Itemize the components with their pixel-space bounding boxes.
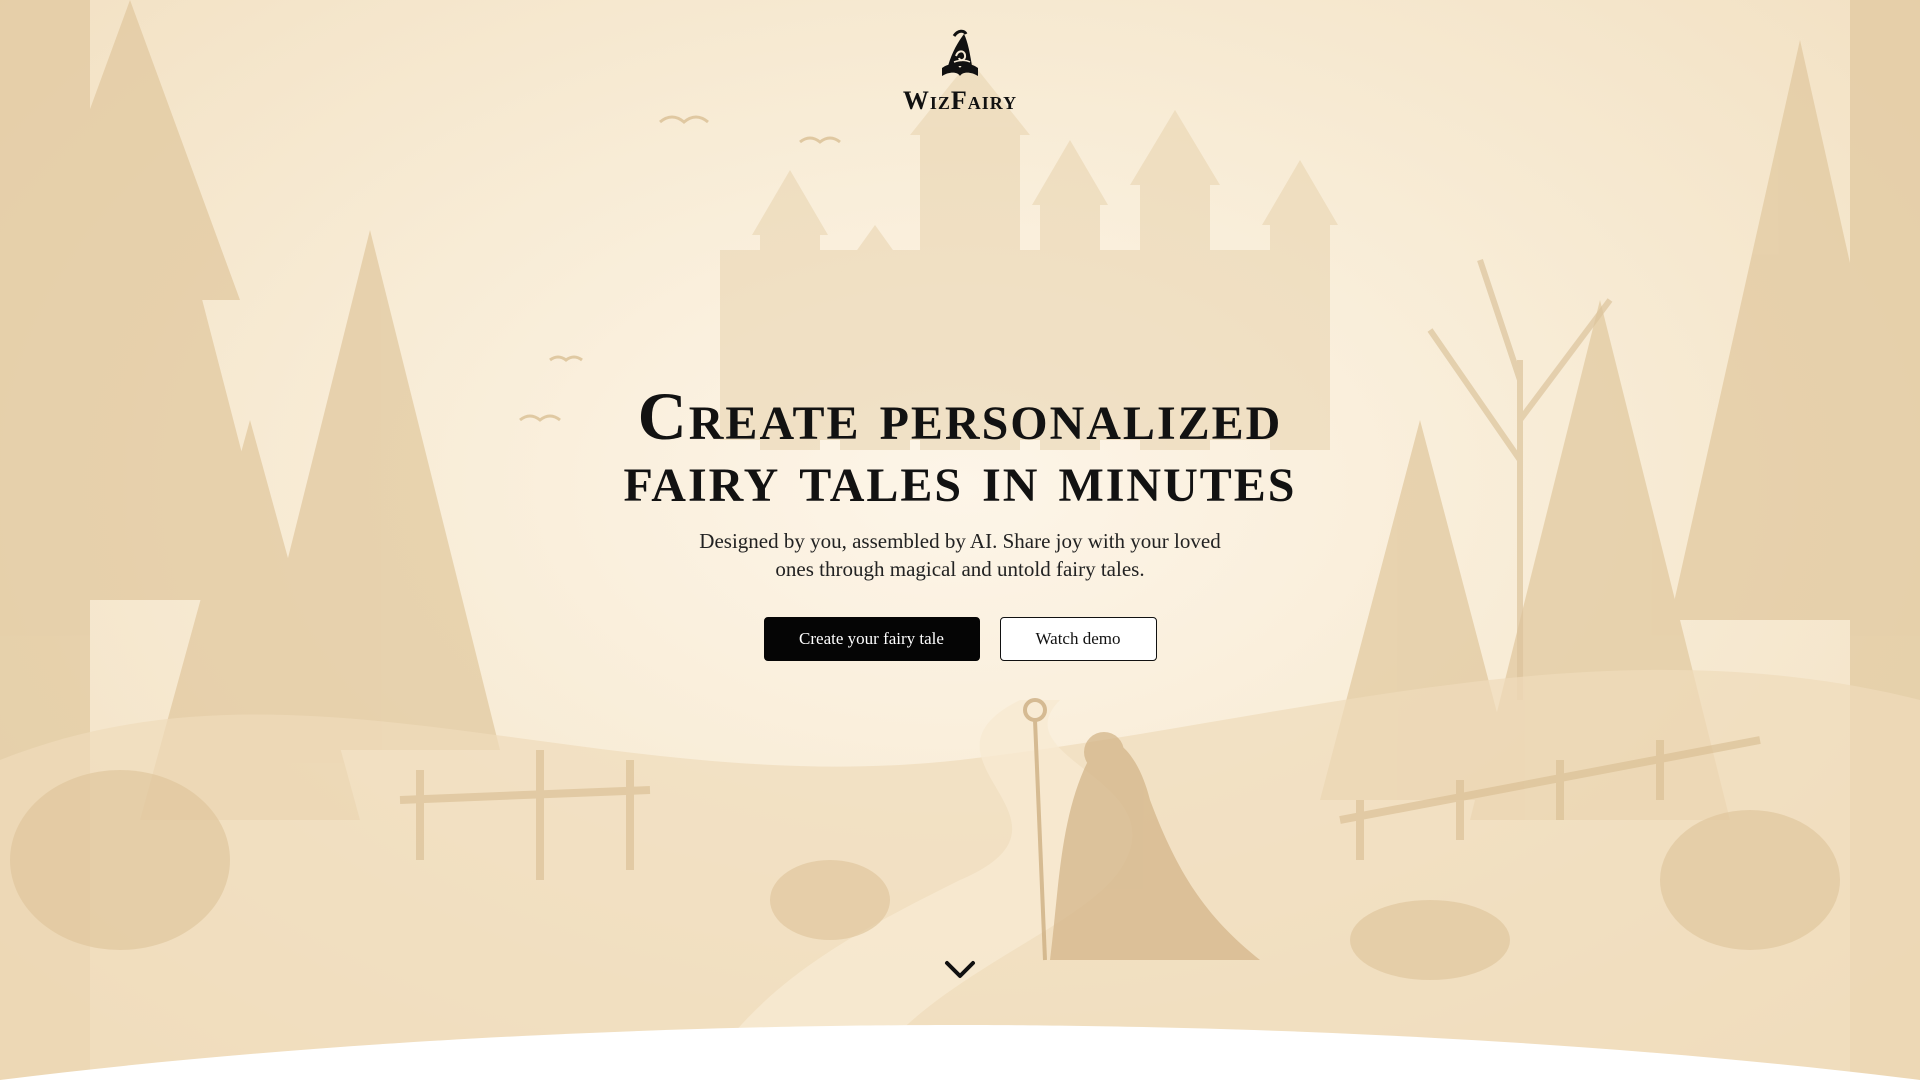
create-fairy-tale-button[interactable]: Create your fairy tale — [763, 617, 980, 661]
section-divider-curve — [0, 1025, 1920, 1080]
brand-name: WizFairy — [902, 86, 1018, 115]
wizard-hat-book-icon — [942, 29, 978, 76]
chevron-down-icon[interactable] — [943, 957, 977, 981]
hero-subtitle-line-2: ones through magical and untold fairy ta… — [775, 557, 1145, 581]
brand-logo[interactable]: WizFairy — [860, 28, 1060, 116]
hero-actions: Create your fairy tale Watch demo — [460, 617, 1460, 661]
hero-subtitle: Designed by you, assembled by AI. Share … — [660, 527, 1260, 583]
landing-page: WizFairy Create personalized fairy tales… — [0, 0, 1920, 1080]
hero-section: Create personalized fairy tales in minut… — [460, 378, 1460, 661]
hero-headline-line-1: Create personalized — [637, 378, 1283, 454]
watch-demo-button[interactable]: Watch demo — [999, 617, 1157, 661]
hero-subtitle-line-1: Designed by you, assembled by AI. Share … — [699, 529, 1221, 553]
hero-headline: Create personalized fairy tales in minut… — [460, 378, 1460, 516]
hero-headline-line-2: fairy tales in minutes — [623, 440, 1297, 516]
